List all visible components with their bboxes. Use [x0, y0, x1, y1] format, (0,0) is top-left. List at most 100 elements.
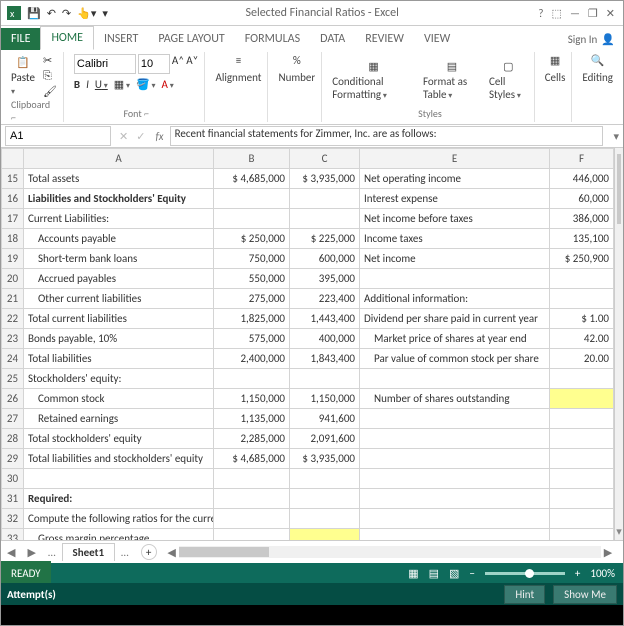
cell[interactable]: Net operating income: [360, 169, 550, 189]
row-header[interactable]: 29: [2, 449, 24, 469]
cell[interactable]: [24, 469, 214, 489]
cell[interactable]: [550, 369, 614, 389]
cell[interactable]: Interest expense: [360, 189, 550, 209]
cell[interactable]: [360, 429, 550, 449]
cell[interactable]: Total liabilities: [24, 349, 214, 369]
sheet-nav-next[interactable]: ▶: [21, 546, 41, 559]
cell[interactable]: $ 3,935,000: [290, 169, 360, 189]
cell[interactable]: $ 1.00: [550, 309, 614, 329]
cell[interactable]: 20.00: [550, 349, 614, 369]
tab-view[interactable]: VIEW: [414, 28, 460, 50]
cell[interactable]: [214, 369, 290, 389]
format-painter-icon[interactable]: 🖌: [43, 85, 57, 98]
cell[interactable]: Other current liabilities: [24, 289, 214, 309]
row-header[interactable]: 32: [2, 509, 24, 529]
expand-formula-icon[interactable]: ▾: [609, 130, 623, 143]
row-header[interactable]: 15: [2, 169, 24, 189]
cell[interactable]: 1,150,000: [214, 389, 290, 409]
col-header[interactable]: F: [550, 149, 614, 169]
bold-button[interactable]: B: [74, 78, 80, 91]
cell[interactable]: Current Liabilities:: [24, 209, 214, 229]
cell[interactable]: $ 4,685,000: [214, 169, 290, 189]
cell[interactable]: Required:: [24, 489, 214, 509]
vertical-scrollbar[interactable]: ▾: [614, 148, 623, 540]
cell[interactable]: 42.00: [550, 329, 614, 349]
cell[interactable]: [550, 389, 614, 409]
tab-home[interactable]: HOME: [40, 26, 94, 50]
view-break-icon[interactable]: ▧: [449, 567, 459, 580]
conditional-formatting-icon[interactable]: ▦: [368, 60, 378, 73]
row-header[interactable]: 25: [2, 369, 24, 389]
zoom-out-icon[interactable]: −: [469, 567, 474, 580]
sheet-nav-more2[interactable]: …: [115, 546, 135, 559]
cell[interactable]: [550, 269, 614, 289]
cell[interactable]: [550, 409, 614, 429]
close-icon[interactable]: ✕: [606, 7, 615, 20]
border-button[interactable]: ▦: [114, 78, 130, 91]
cell[interactable]: 600,000: [290, 249, 360, 269]
add-sheet-button[interactable]: +: [141, 544, 157, 560]
cell[interactable]: [290, 209, 360, 229]
cell-styles-icon[interactable]: ▢: [503, 60, 513, 73]
cell[interactable]: $ 225,000: [290, 229, 360, 249]
cell[interactable]: [360, 469, 550, 489]
zoom-level[interactable]: 100%: [590, 567, 615, 580]
cell[interactable]: 1,135,000: [214, 409, 290, 429]
help-icon[interactable]: ?: [538, 7, 543, 20]
cell[interactable]: $ 4,685,000: [214, 449, 290, 469]
font-name-input[interactable]: [74, 54, 136, 74]
sheet-nav-prev[interactable]: ◀: [1, 546, 21, 559]
cell[interactable]: Bonds payable, 10%: [24, 329, 214, 349]
cell[interactable]: [360, 269, 550, 289]
row-header[interactable]: 24: [2, 349, 24, 369]
cell[interactable]: Accounts payable: [24, 229, 214, 249]
row-header[interactable]: 19: [2, 249, 24, 269]
view-layout-icon[interactable]: ▤: [429, 567, 439, 580]
cell[interactable]: [550, 529, 614, 541]
fx-icon[interactable]: fx: [149, 130, 169, 143]
grow-font-icon[interactable]: A˄: [172, 54, 184, 74]
cell[interactable]: Dividend per share paid in current year: [360, 309, 550, 329]
accept-formula-icon[interactable]: ✓: [132, 130, 149, 143]
view-normal-icon[interactable]: ▦: [408, 567, 418, 580]
copy-icon[interactable]: ⎘: [43, 69, 57, 83]
sign-in[interactable]: Sign In👤: [560, 29, 623, 50]
qat-more-icon[interactable]: ▾: [102, 7, 108, 20]
ribbon-toggle-icon[interactable]: ⬚: [552, 7, 562, 20]
cell[interactable]: Number of shares outstanding: [360, 389, 550, 409]
fill-color-button[interactable]: 🪣: [136, 78, 156, 91]
cell[interactable]: Net income before taxes: [360, 209, 550, 229]
undo-icon[interactable]: ↶: [47, 7, 56, 20]
zoom-slider[interactable]: [485, 572, 565, 575]
row-header[interactable]: 20: [2, 269, 24, 289]
cell[interactable]: [550, 429, 614, 449]
paste-icon[interactable]: 📋: [16, 56, 30, 69]
row-header[interactable]: 33: [2, 529, 24, 541]
save-icon[interactable]: 💾: [27, 7, 41, 20]
cell[interactable]: 223,400: [290, 289, 360, 309]
cell[interactable]: [360, 529, 550, 541]
cell[interactable]: Total liabilities and stockholders' equi…: [24, 449, 214, 469]
spreadsheet-grid[interactable]: A B C E F 15Total assets$ 4,685,000$ 3,9…: [1, 148, 614, 540]
cell[interactable]: 1,150,000: [290, 389, 360, 409]
cell[interactable]: 1,443,400: [290, 309, 360, 329]
cell[interactable]: [214, 209, 290, 229]
row-header[interactable]: 23: [2, 329, 24, 349]
cell[interactable]: Liabilities and Stockholders' Equity: [24, 189, 214, 209]
cell[interactable]: [214, 489, 290, 509]
row-header[interactable]: 21: [2, 289, 24, 309]
zoom-in-icon[interactable]: +: [575, 567, 580, 580]
cell[interactable]: Total assets: [24, 169, 214, 189]
cut-icon[interactable]: ✂: [43, 54, 57, 67]
cell[interactable]: Income taxes: [360, 229, 550, 249]
cell[interactable]: Compute the following ratios for the cur…: [24, 509, 214, 529]
cell[interactable]: 550,000: [214, 269, 290, 289]
horizontal-scrollbar[interactable]: [179, 546, 601, 558]
name-box[interactable]: [5, 126, 111, 146]
row-header[interactable]: 27: [2, 409, 24, 429]
cell[interactable]: Accrued payables: [24, 269, 214, 289]
number-format-icon[interactable]: %: [293, 54, 301, 67]
cancel-formula-icon[interactable]: ✕: [115, 130, 132, 143]
cell[interactable]: 1,825,000: [214, 309, 290, 329]
cell[interactable]: Gross margin percentage: [24, 529, 214, 541]
